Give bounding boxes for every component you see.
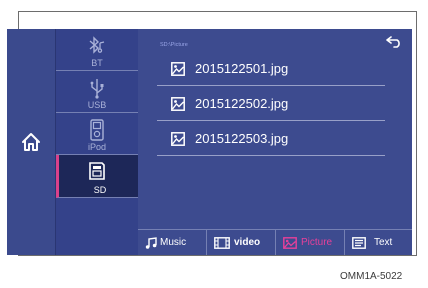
back-icon[interactable] — [386, 36, 402, 48]
tab-label-text: Text — [374, 237, 393, 248]
source-item-ipod[interactable]: iPod — [56, 113, 138, 155]
media-screen: BT USB iPod SD SD:\Picture 2015122501.jp… — [7, 29, 412, 255]
ipod-icon — [90, 119, 104, 141]
tab-label-music: Music — [160, 237, 187, 248]
breadcrumb: SD:\Picture — [160, 42, 188, 48]
tab-text[interactable]: Text — [345, 230, 412, 255]
text-document-icon — [352, 237, 366, 249]
source-item-sd[interactable]: SD — [56, 155, 138, 198]
usb-icon — [90, 79, 104, 99]
file-row[interactable]: 2015122502.jpg — [157, 86, 385, 121]
picture-icon — [283, 237, 297, 249]
source-list: BT USB iPod SD — [56, 29, 138, 255]
image-file-icon — [171, 62, 185, 76]
source-label-ipod: iPod — [87, 142, 106, 152]
source-item-bt[interactable]: BT — [56, 29, 138, 71]
file-row[interactable]: 2015122501.jpg — [157, 51, 385, 86]
bluetooth-music-icon — [89, 36, 105, 54]
source-item-usb[interactable]: USB — [56, 71, 138, 113]
file-browser: SD:\Picture 2015122501.jpg 2015122502.jp… — [138, 29, 412, 255]
image-file-icon — [171, 132, 185, 146]
figure-caption: OMM1A-5022 — [340, 271, 403, 282]
tab-label-picture: Picture — [301, 237, 333, 248]
sd-card-icon — [89, 162, 105, 180]
media-type-tabs: Music video Picture Text — [138, 229, 412, 255]
film-icon — [214, 237, 230, 249]
tab-picture[interactable]: Picture — [276, 230, 345, 255]
home-column — [7, 29, 56, 255]
file-row[interactable]: 2015122503.jpg — [157, 121, 385, 156]
tab-music[interactable]: Music — [138, 230, 207, 255]
file-name: 2015122503.jpg — [195, 131, 289, 146]
home-icon[interactable] — [20, 131, 42, 153]
tab-video[interactable]: video — [207, 230, 276, 255]
source-label-usb: USB — [87, 100, 107, 110]
tab-label-video: video — [234, 237, 261, 248]
source-item-empty — [56, 198, 138, 255]
source-label-sd: SD — [93, 185, 107, 195]
music-note-icon — [145, 237, 157, 249]
file-name: 2015122502.jpg — [195, 96, 289, 111]
source-label-bt: BT — [91, 58, 103, 68]
image-file-icon — [171, 97, 185, 111]
file-name: 2015122501.jpg — [195, 61, 289, 76]
